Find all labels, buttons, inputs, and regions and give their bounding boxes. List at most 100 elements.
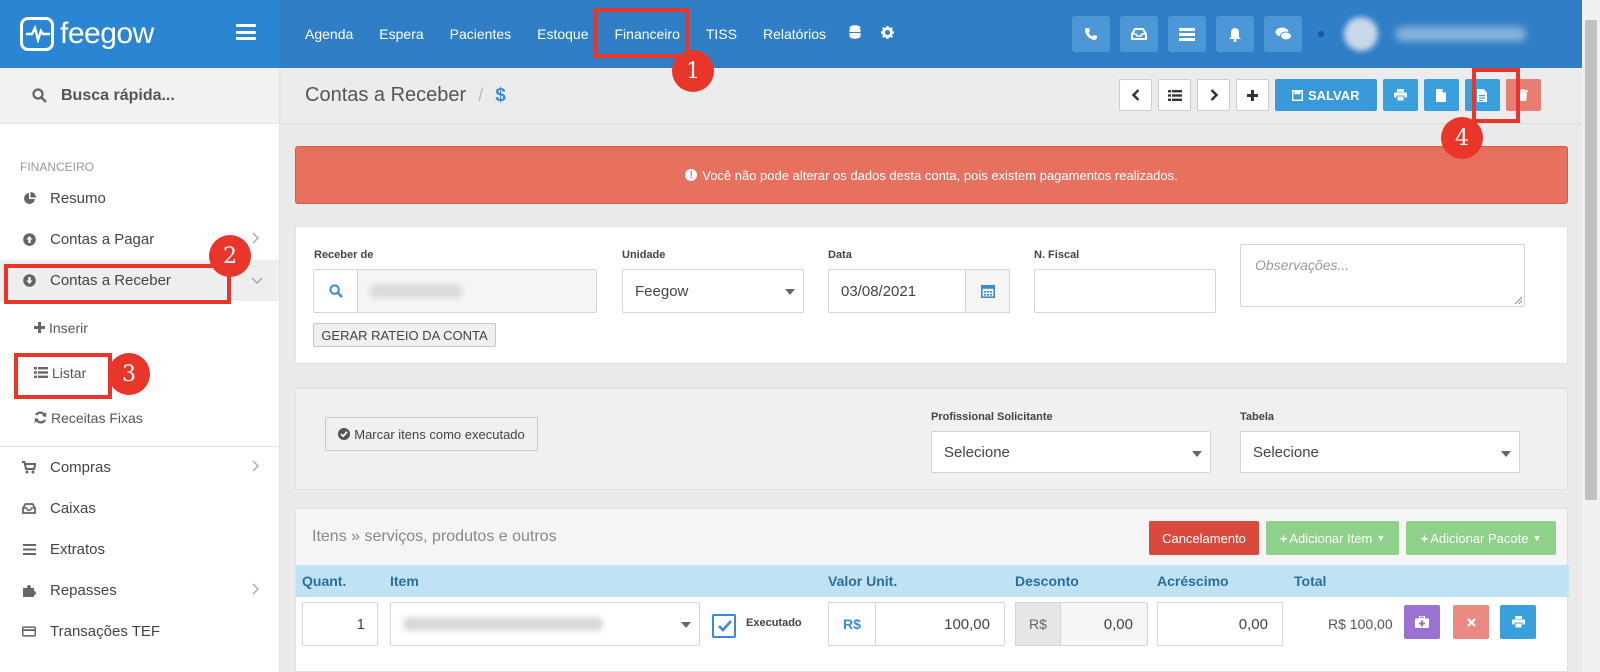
quantity-field[interactable]: 1	[302, 602, 378, 646]
nav-agenda[interactable]: Agenda	[292, 14, 366, 54]
nav-financeiro[interactable]: Financeiro	[602, 14, 693, 54]
chat-icon[interactable]	[1264, 16, 1302, 52]
sidebar-item-compras[interactable]: Compras	[0, 447, 279, 488]
adicionar-pacote-button[interactable]: + Adicionar Pacote ▼	[1406, 521, 1556, 555]
receber-de-field[interactable]	[357, 269, 597, 313]
unit-value-field[interactable]: 100,00	[875, 602, 1005, 646]
brand[interactable]: feegow	[0, 0, 280, 68]
sidebar-item-repasses[interactable]: Repasses	[0, 570, 279, 611]
delete-button[interactable]	[1505, 79, 1541, 111]
bell-icon[interactable]	[1216, 16, 1254, 52]
sidebar-item-resumo[interactable]: Resumo	[0, 178, 279, 219]
column-header-quant: Quant.	[302, 573, 347, 589]
receipt-button[interactable]	[1464, 79, 1500, 111]
sidebar-item-label: Repasses	[50, 582, 117, 599]
alert-message: Você não pode alterar os dados desta con…	[702, 167, 1178, 183]
receber-de-label: Receber de	[314, 249, 374, 261]
nav-pacientes[interactable]: Pacientes	[437, 14, 524, 54]
print-button[interactable]	[1382, 79, 1418, 111]
save-button[interactable]: SALVAR	[1275, 79, 1377, 111]
sidebar-subitem-inserir[interactable]: Inserir	[0, 305, 279, 350]
sidebar-item-label: Caixas	[50, 500, 96, 517]
executado-checkbox[interactable]	[712, 614, 736, 638]
marcar-executado-button[interactable]: Marcar itens como executado	[325, 417, 538, 451]
sidebar-item-transacoes-tef[interactable]: Transações TEF	[0, 611, 279, 652]
pie-chart-icon	[22, 192, 36, 205]
chevron-right-icon	[252, 583, 259, 595]
brand-name: feegow	[60, 17, 154, 50]
tabela-label: Tabela	[1240, 411, 1275, 423]
currency-addon: R$	[828, 602, 876, 646]
sidebar-item-caixas[interactable]: Caixas	[0, 488, 279, 529]
refresh-icon	[34, 411, 47, 424]
inbox-icon[interactable]	[1120, 16, 1158, 52]
nav-tiss[interactable]: TISS	[693, 14, 750, 54]
username[interactable]	[1396, 27, 1526, 41]
top-navbar: feegow Agenda Espera Pacientes Estoque F…	[0, 0, 1600, 68]
column-header-acrescimo: Acréscimo	[1157, 573, 1229, 589]
breadcrumb-separator: /	[478, 85, 484, 105]
remove-item-button[interactable]	[1453, 605, 1489, 639]
scrollbar-thumb[interactable]	[1585, 20, 1597, 500]
list-view-button[interactable]	[1158, 79, 1191, 111]
discount-field[interactable]: 0,00	[1060, 602, 1148, 646]
add-button[interactable]	[1236, 79, 1269, 111]
chevron-right-icon	[252, 232, 259, 244]
addition-field[interactable]: 0,00	[1157, 602, 1283, 646]
document-button[interactable]	[1423, 79, 1459, 111]
phone-icon[interactable]	[1072, 16, 1110, 52]
inbox-icon	[22, 503, 36, 514]
item-select[interactable]	[390, 602, 700, 646]
sidebar-item-extratos[interactable]: Extratos	[0, 529, 279, 570]
quick-search-label: Busca rápida...	[61, 86, 175, 104]
caret-down-icon: ▼	[1532, 533, 1542, 543]
gerar-rateio-button[interactable]: GERAR RATEIO DA CONTA	[313, 323, 496, 347]
tabela-select[interactable]: Selecione	[1240, 431, 1520, 473]
nav-relatorios[interactable]: Relatórios	[750, 14, 839, 54]
observacoes-field[interactable]: Observações...	[1240, 244, 1525, 307]
nfiscal-field[interactable]	[1034, 269, 1216, 313]
observacoes-placeholder: Observações...	[1255, 257, 1350, 273]
cart-icon	[22, 461, 36, 474]
executado-label: Executado	[746, 617, 802, 629]
unidade-select[interactable]: Feegow	[622, 269, 804, 313]
column-header-total: Total	[1294, 573, 1327, 589]
quick-search[interactable]: Busca rápida...	[0, 68, 279, 124]
close-icon	[1466, 617, 1476, 627]
items-panel: Itens » serviços, produtos e outros Canc…	[295, 508, 1569, 672]
data-field[interactable]: 03/08/2021	[828, 269, 966, 313]
cancelamento-button[interactable]: Cancelamento	[1149, 521, 1259, 555]
sidebar-subitem-label: Receitas Fixas	[51, 409, 143, 426]
nav-espera[interactable]: Espera	[366, 14, 436, 54]
sidebar-item-label: Transações TEF	[50, 623, 161, 640]
medical-kit-button[interactable]	[1404, 605, 1440, 639]
avatar[interactable]	[1344, 17, 1378, 51]
resize-handle-icon	[1514, 296, 1522, 304]
gear-icon[interactable]	[871, 25, 904, 43]
sidebar-subitem-receitas-fixas[interactable]: Receitas Fixas	[0, 395, 279, 440]
adicionar-item-button[interactable]: + Adicionar Item ▼	[1266, 521, 1399, 555]
list-icon[interactable]	[1168, 16, 1206, 52]
calendar-button[interactable]	[965, 269, 1010, 313]
patient-search-button[interactable]	[313, 269, 358, 313]
page-scrollbar[interactable]	[1582, 0, 1600, 672]
sidebar-subitem-listar[interactable]: Listar	[0, 350, 279, 395]
account-form: Receber de GERAR RATEIO DA CONTA Unidade…	[295, 226, 1568, 364]
profissional-select[interactable]: Selecione	[931, 431, 1211, 473]
menu-toggle-icon[interactable]	[236, 24, 256, 40]
sidebar-item-contas-a-receber[interactable]: Contas a Receber	[0, 260, 279, 301]
print-item-button[interactable]	[1500, 605, 1536, 639]
nav-estoque[interactable]: Estoque	[524, 14, 601, 54]
database-icon[interactable]	[839, 25, 871, 43]
main-nav: Agenda Espera Pacientes Estoque Financei…	[280, 0, 904, 68]
chevron-down-icon	[785, 289, 795, 295]
unit-value: 100,00	[944, 615, 990, 633]
top-actions	[1072, 16, 1526, 52]
previous-button[interactable]	[1119, 79, 1152, 111]
sidebar-item-label: Contas a Pagar	[50, 231, 155, 248]
check-circle-icon	[338, 428, 351, 440]
credit-card-icon	[22, 626, 36, 637]
column-header-valor-unit: Valor Unit.	[828, 573, 898, 589]
next-button[interactable]	[1197, 79, 1230, 111]
sidebar-item-contas-a-pagar[interactable]: Contas a Pagar	[0, 219, 279, 260]
